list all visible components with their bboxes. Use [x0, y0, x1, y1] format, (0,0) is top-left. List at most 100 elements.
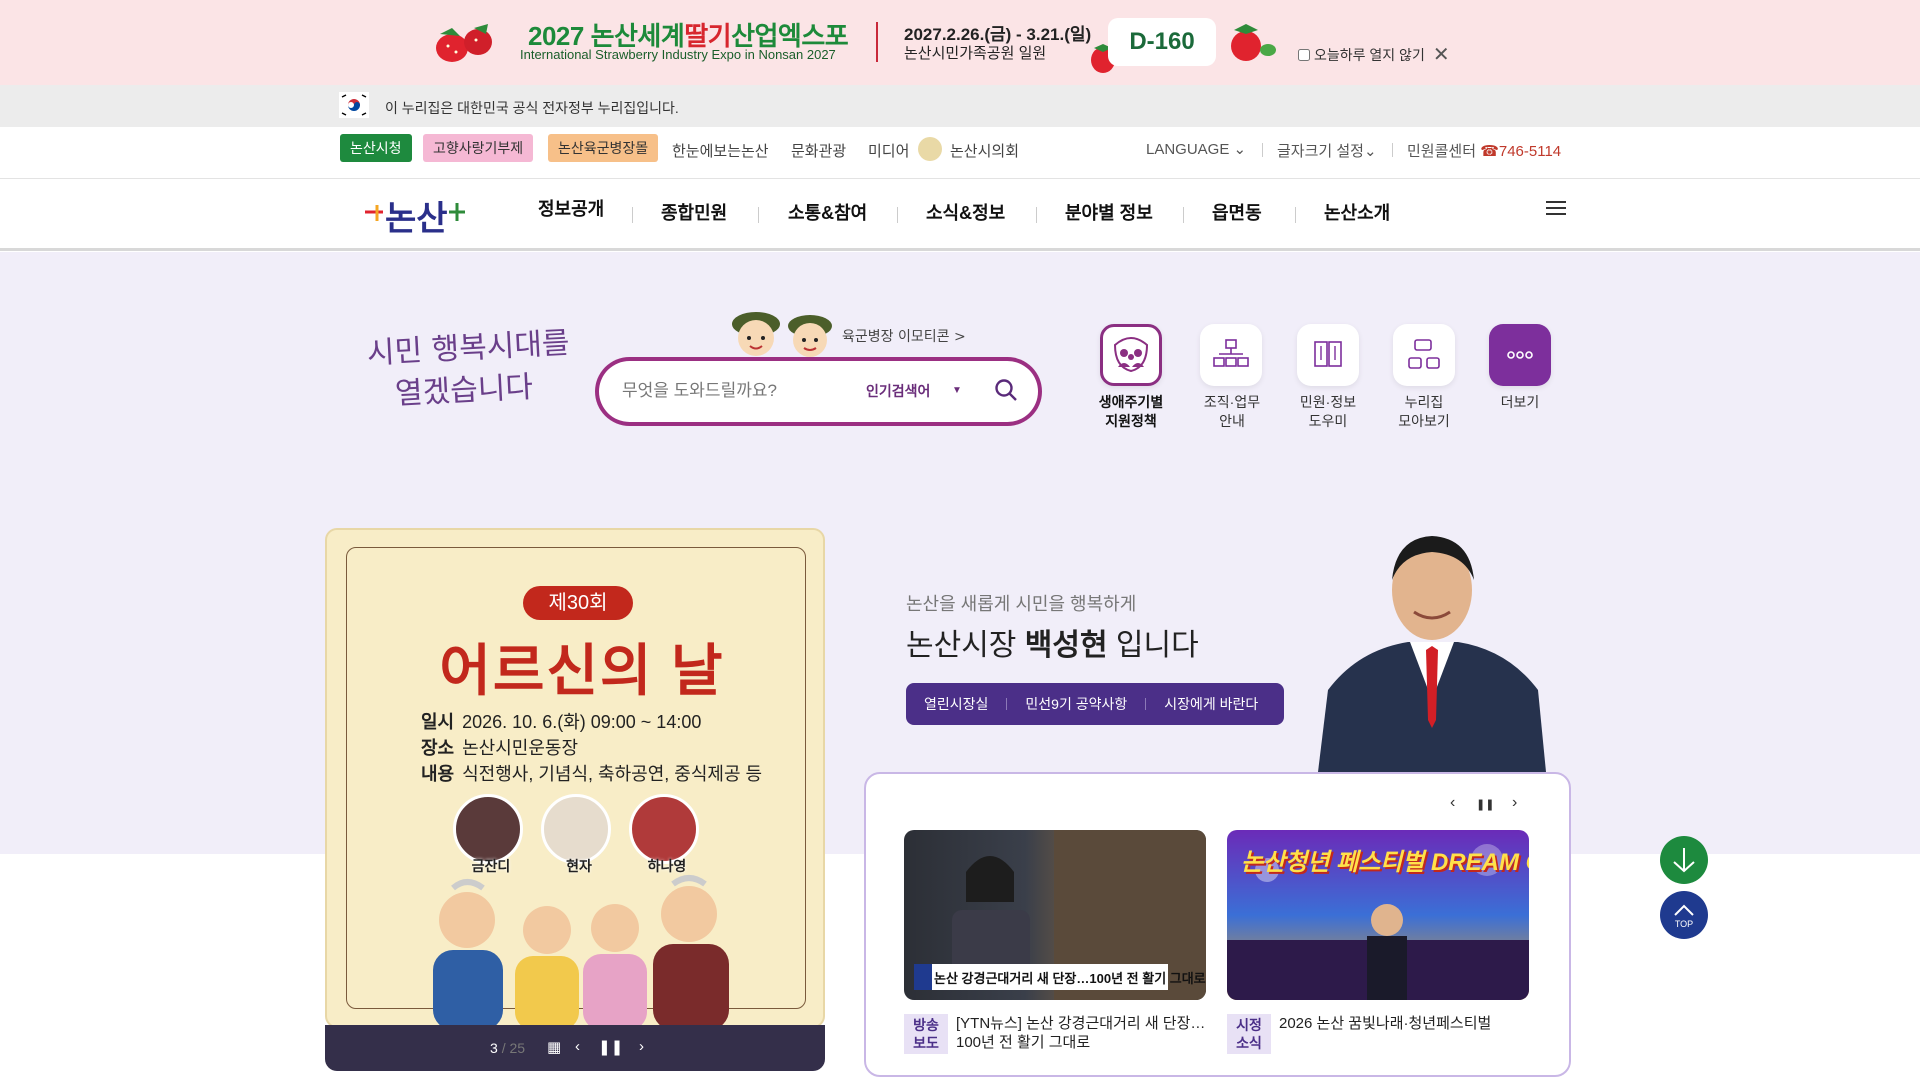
poster-line-date: 일시 2026. 10. 6.(화) 09:00 ~ 14:00 [421, 712, 702, 732]
performer-avatar [453, 794, 523, 864]
more-dots-icon [1507, 351, 1533, 359]
nav-about-nonsan[interactable]: 논산소개 [1324, 199, 1390, 225]
slogan: 시민 행복시대를 열겠습니다 [366, 323, 573, 417]
callcenter[interactable]: 민원콜센터 ☎746-5114 [1407, 140, 1561, 161]
poster-badge: 제30회 [523, 586, 633, 620]
korea-flag-icon [339, 92, 369, 118]
gov-notice-bar: 이 누리집은 대한민국 공식 전자정부 누리집입니다. [0, 85, 1920, 127]
chip-army-mall[interactable]: 논산육군병장몰 [548, 134, 659, 162]
link-nonsan-overview[interactable]: 한눈에보는논산 [672, 140, 769, 161]
nav-separator [1295, 207, 1296, 223]
nav-separator [1183, 207, 1184, 223]
promo-banner[interactable]: 2027 논산세계딸기산업엑스포 International Strawberr… [0, 0, 1920, 85]
mayor-open-office-button[interactable]: 열린시장실 [906, 694, 1006, 714]
performer-avatar [629, 794, 699, 864]
sitemap-icon [1408, 339, 1440, 369]
news-category-tag: 시정 소식 [1227, 1014, 1271, 1054]
hide-today-checkbox[interactable] [1298, 49, 1310, 61]
nav-separator [632, 207, 633, 223]
nav-separator [897, 207, 898, 223]
strawberry-icon [436, 24, 492, 62]
elderly-group-illustration-icon [433, 875, 729, 1026]
site-logo[interactable]: 논산 [363, 187, 467, 238]
callcenter-number: 746-5114 [1498, 143, 1562, 160]
link-city-council[interactable]: 논산시의회 [950, 140, 1019, 161]
news-title[interactable]: 2026 논산 꿈빛나래·청년페스티벌 [1279, 1014, 1491, 1033]
news-slider-card: ‹ ❚❚ › 논산 강경근대거리 새 단장…100년 전 활기 그대로 방송 보도… [864, 772, 1571, 1077]
link-media[interactable]: 미디어 [868, 140, 909, 161]
dday-badge: D-160 [1108, 18, 1216, 66]
quick-civil-helper-button[interactable] [1297, 324, 1359, 386]
search-icon[interactable] [994, 378, 1018, 402]
news-thumbnail-caption: 논산청년 페스티벌 DREAM CONCERT [1241, 849, 1529, 876]
mayor-pledges-button[interactable]: 민선9기 공약사항 [1007, 694, 1145, 714]
next-icon[interactable]: › [639, 1038, 644, 1055]
poster-slider-controls: 3 / 25 ▦ ‹ ❚❚ › [325, 1025, 825, 1071]
scroll-top-button[interactable]: TOP [1660, 891, 1708, 939]
nav-info-disclosure[interactable]: 정보공개 [538, 195, 604, 221]
top-label: TOP [1674, 919, 1694, 929]
phone-icon: ☎ [1480, 143, 1499, 160]
family-icon [1113, 337, 1149, 373]
hide-today-label: 오늘하루 열지 않기 [1314, 47, 1425, 63]
quick-more-label: 더보기 [1500, 394, 1540, 410]
prev-icon[interactable]: ‹ [1450, 794, 1455, 812]
language-label: LANGUAGE [1146, 141, 1230, 158]
quick-lifecycle-support-button[interactable] [1100, 324, 1162, 386]
link-culture-tourism[interactable]: 문화관광 [791, 140, 846, 161]
search-input[interactable] [622, 376, 842, 406]
mayor-suggestion-button[interactable]: 시장에게 바란다 [1146, 694, 1276, 714]
menu-icon[interactable] [1546, 201, 1566, 217]
mayor-portrait [1318, 536, 1546, 772]
mascot-soldiers-icon [732, 312, 832, 357]
quick-sitemap-label: 누리집 모아보기 [1398, 394, 1450, 429]
poster-line-place: 장소 논산시민운동장 [421, 738, 579, 758]
popular-keywords-toggle[interactable]: 인기검색어 [866, 381, 930, 401]
chevron-down-icon: ⌄ [1233, 141, 1247, 158]
mayor-title: 논산시장 백성현 입니다 [906, 629, 1199, 662]
prev-icon[interactable]: ‹ [575, 1038, 580, 1055]
strawberry-icon [1231, 24, 1276, 61]
expo-subtitle: International Strawberry Industry Expo i… [520, 47, 836, 62]
poster-line-content: 내용 식전행사, 기념식, 축하공연, 중식제공 등 [421, 764, 763, 784]
news-thumbnail[interactable]: 논산 강경근대거리 새 단장…100년 전 활기 그대로 [904, 830, 1206, 1000]
grid-view-icon[interactable]: ▦ [547, 1038, 561, 1056]
book-icon [1314, 341, 1342, 367]
font-size-selector[interactable]: 글자크기 설정⌄ [1277, 140, 1377, 161]
scroll-down-button[interactable] [1660, 836, 1708, 884]
news-category-tag: 방송 보도 [904, 1014, 948, 1054]
news-title[interactable]: [YTN뉴스] 논산 강경근대거리 새 단장… 100년 전 활기 그대로 [956, 1014, 1205, 1052]
next-icon[interactable]: › [1512, 794, 1517, 812]
pause-icon[interactable]: ❚❚ [1476, 798, 1494, 811]
arrow-up-icon [1674, 904, 1694, 916]
mascot-emoticon-link[interactable]: 육군병장 이모티콘 > [842, 326, 966, 346]
quick-sitemap-button[interactable] [1393, 324, 1455, 386]
pause-icon[interactable]: ❚❚ [598, 1038, 623, 1056]
mayor-subtitle: 논산을 새롭게 시민을 행복하게 [906, 594, 1137, 614]
nav-separator [1036, 207, 1037, 223]
quick-lifecycle-label: 생애주기별 지원정책 [1098, 394, 1164, 429]
font-size-label: 글자크기 설정 [1277, 143, 1364, 160]
nav-field-info[interactable]: 분야별 정보 [1065, 199, 1153, 225]
nav-civil-service[interactable]: 종합민원 [661, 199, 727, 225]
language-selector[interactable]: LANGUAGE ⌄ [1146, 140, 1246, 158]
nav-participation[interactable]: 소통&참여 [788, 199, 867, 225]
quick-more-button[interactable] [1489, 324, 1551, 386]
hide-today-option[interactable]: 오늘하루 열지 않기 ✕ [1298, 45, 1450, 65]
chip-hometown-donation[interactable]: 고향사랑기부제 [423, 134, 534, 162]
caret-down-icon[interactable]: ▼ [952, 385, 962, 396]
event-poster-slide[interactable]: 제30회 어르신의 날 일시 2026. 10. 6.(화) 09:00 ~ 14… [325, 528, 825, 1028]
close-icon[interactable]: ✕ [1433, 45, 1450, 65]
poster-title: 어르신의 날 [439, 639, 725, 702]
nav-separator [758, 207, 759, 223]
util-separator [1262, 143, 1263, 157]
nav-towns[interactable]: 읍면동 [1212, 199, 1262, 225]
news-thumbnail[interactable]: 논산청년 페스티벌 DREAM CONCERT [1227, 830, 1529, 1000]
chip-city-hall[interactable]: 논산시청 [340, 134, 412, 162]
gov-notice-text: 이 누리집은 대한민국 공식 전자정부 누리집입니다. [385, 100, 679, 116]
nav-news-info[interactable]: 소식&정보 [926, 199, 1005, 225]
council-emblem-icon [918, 137, 942, 161]
quick-organization-label: 조직·업무 안내 [1203, 394, 1261, 429]
expo-place: 논산시민가족공원 일원 [904, 45, 1047, 62]
quick-organization-button[interactable] [1200, 324, 1262, 386]
